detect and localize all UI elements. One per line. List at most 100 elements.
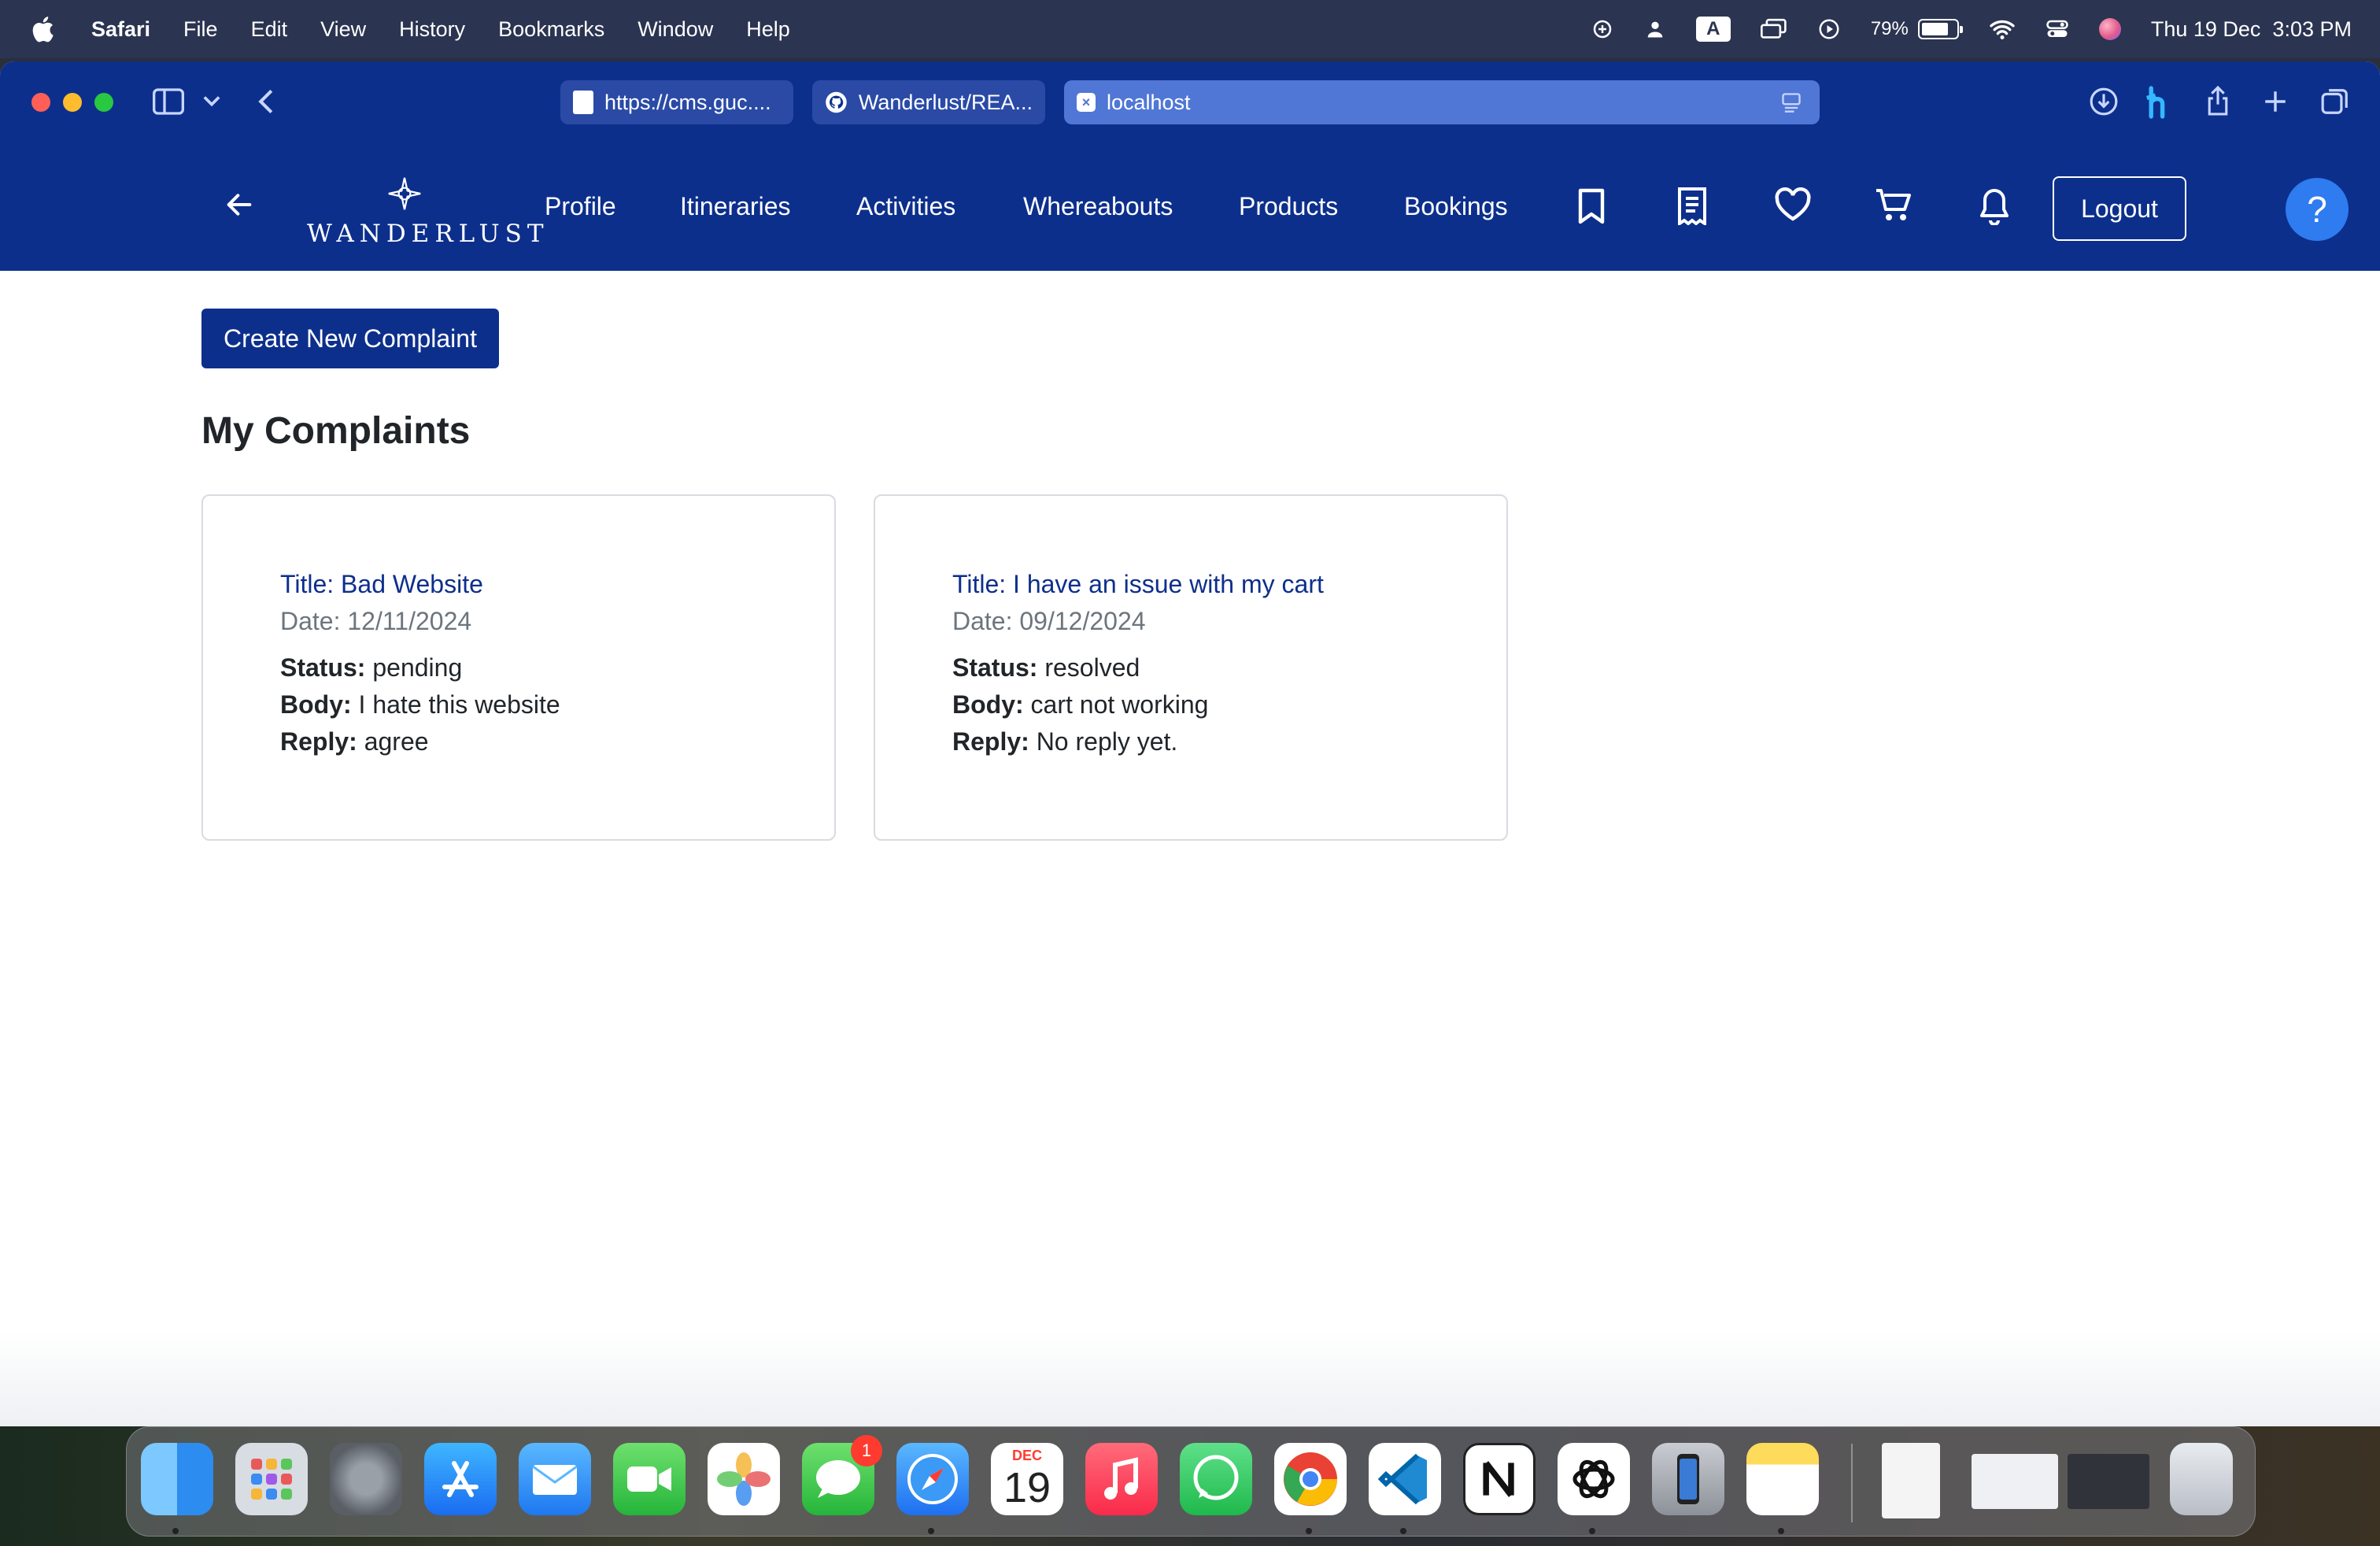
complaint-title: Title: Bad Website — [280, 570, 483, 598]
whatsapp-phone-icon — [1193, 1455, 1239, 1500]
tab-github[interactable]: Wanderlust/REA... — [812, 80, 1045, 124]
page-content: Create New Complaint My Complaints Title… — [0, 271, 2380, 1426]
running-indicator — [928, 1528, 934, 1534]
user-icon[interactable] — [1644, 18, 1666, 40]
screenshot-thumbnail-icon[interactable] — [1972, 1454, 2058, 1509]
macos-menu-bar: Safari File Edit View History Bookmarks … — [0, 0, 2380, 58]
app-store-glyph-icon — [442, 1461, 479, 1497]
apple-menu-icon[interactable] — [28, 13, 60, 45]
status-label: Status: — [952, 653, 1038, 682]
wanderlust-logo[interactable]: WANDERLUST — [307, 176, 544, 248]
nav-itineraries[interactable]: Itineraries — [680, 192, 791, 221]
chevron-down-icon[interactable] — [203, 94, 220, 109]
running-indicator — [1589, 1528, 1595, 1534]
battery-status[interactable]: 79% — [1871, 18, 1963, 40]
body-value: cart not working — [1030, 690, 1209, 719]
safari-icon[interactable] — [896, 1443, 969, 1515]
app-store-icon[interactable] — [424, 1443, 497, 1515]
page-title: My Complaints — [201, 410, 471, 452]
body-value: I hate this website — [358, 690, 560, 719]
downloads-icon[interactable] — [2089, 87, 2119, 117]
logout-button[interactable]: Logout — [2053, 176, 2186, 241]
minimize-window-button[interactable] — [63, 93, 82, 112]
menu-window[interactable]: Window — [638, 17, 713, 42]
complaint-reply: Reply: agree — [280, 727, 834, 756]
nav-products[interactable]: Products — [1239, 192, 1338, 221]
nav-profile[interactable]: Profile — [545, 192, 616, 221]
honey-extension-icon[interactable] — [2145, 85, 2174, 120]
music-icon[interactable] — [1085, 1443, 1158, 1515]
nav-whereabouts[interactable]: Whereabouts — [1023, 192, 1173, 221]
iphone-mirroring-icon[interactable] — [1652, 1443, 1724, 1515]
back-arrow-icon[interactable] — [224, 189, 255, 220]
pdf-document-icon[interactable] — [1882, 1443, 1940, 1518]
sidebar-toggle-icon[interactable] — [153, 88, 184, 115]
control-center-icon[interactable] — [2046, 17, 2069, 41]
tab-label: localhost — [1107, 90, 1191, 114]
menu-file[interactable]: File — [183, 17, 218, 42]
whatsapp-icon[interactable] — [1180, 1443, 1252, 1515]
menu-edit[interactable]: Edit — [251, 17, 288, 42]
menu-history[interactable]: History — [399, 17, 465, 42]
system-settings-icon[interactable] — [330, 1443, 402, 1515]
menu-safari[interactable]: Safari — [91, 17, 150, 42]
notes-icon[interactable] — [1746, 1443, 1819, 1515]
bookmark-icon[interactable] — [1576, 187, 1607, 225]
compass-logo-icon — [388, 177, 421, 210]
facetime-icon[interactable] — [613, 1443, 686, 1515]
share-icon[interactable] — [2205, 85, 2230, 117]
calendar-day: 19 — [1003, 1464, 1051, 1511]
dock-separator — [1851, 1444, 1853, 1522]
finder-icon[interactable] — [141, 1443, 213, 1515]
chatgpt-icon[interactable] — [1558, 1443, 1630, 1515]
screen-mirroring-icon[interactable] — [1760, 18, 1787, 40]
reader-icon[interactable] — [1780, 91, 1802, 113]
calendar-icon[interactable]: DEC 19 — [991, 1443, 1063, 1515]
chatgpt-status-icon[interactable] — [1591, 17, 1614, 41]
trash-icon[interactable] — [2170, 1443, 2233, 1515]
mail-icon[interactable] — [519, 1443, 591, 1515]
new-tab-icon[interactable] — [2262, 88, 2289, 115]
running-indicator — [1778, 1528, 1784, 1534]
siri-icon[interactable] — [2098, 18, 2121, 40]
reply-value: No reply yet. — [1036, 727, 1178, 756]
bell-icon[interactable] — [1977, 187, 2012, 225]
vscode-icon[interactable] — [1369, 1443, 1441, 1515]
zoom-window-button[interactable] — [94, 93, 113, 112]
menu-help[interactable]: Help — [746, 17, 790, 42]
music-note-icon — [1104, 1457, 1138, 1500]
menu-bookmarks[interactable]: Bookmarks — [498, 17, 604, 42]
stack-thumbnail-icon[interactable] — [2068, 1454, 2149, 1509]
nav-bookings[interactable]: Bookings — [1404, 192, 1508, 221]
status-label: Status: — [280, 653, 366, 682]
tab-label: https://cms.guc.... — [604, 90, 771, 114]
close-window-button[interactable] — [31, 93, 50, 112]
back-icon[interactable] — [257, 88, 275, 115]
body-label: Body: — [952, 690, 1024, 719]
tab-localhost[interactable]: × localhost — [1064, 80, 1820, 124]
now-playing-icon[interactable] — [1817, 17, 1841, 41]
chrome-icon[interactable] — [1274, 1443, 1347, 1515]
input-source-icon[interactable]: A — [1695, 17, 1731, 42]
messages-badge: 1 — [851, 1435, 882, 1466]
menubar-clock[interactable]: Thu 19 Dec 3:03 PM — [2151, 17, 2352, 42]
menu-view[interactable]: View — [320, 17, 366, 42]
photos-icon[interactable] — [708, 1443, 780, 1515]
complaint-date: Date: 09/12/2024 — [952, 607, 1146, 635]
reply-value: agree — [364, 727, 429, 756]
notion-icon[interactable] — [1463, 1443, 1536, 1515]
photos-flower-icon — [717, 1452, 771, 1506]
wifi-icon[interactable] — [1989, 18, 2016, 40]
github-icon — [826, 91, 847, 113]
help-button[interactable]: ? — [2286, 178, 2349, 241]
create-complaint-button[interactable]: Create New Complaint — [201, 309, 499, 368]
cart-icon[interactable] — [1875, 187, 1913, 224]
heart-icon[interactable] — [1774, 187, 1812, 222]
nav-activities[interactable]: Activities — [856, 192, 955, 221]
complaint-body: Body: cart not working — [952, 690, 1506, 719]
launchpad-icon[interactable] — [235, 1443, 308, 1515]
browser-toolbar: https://cms.guc.... Wanderlust/REA... × … — [0, 61, 2380, 143]
receipt-icon[interactable] — [1675, 187, 1709, 225]
tab-cms[interactable]: https://cms.guc.... — [560, 80, 793, 124]
tab-overview-icon[interactable] — [2320, 87, 2350, 117]
